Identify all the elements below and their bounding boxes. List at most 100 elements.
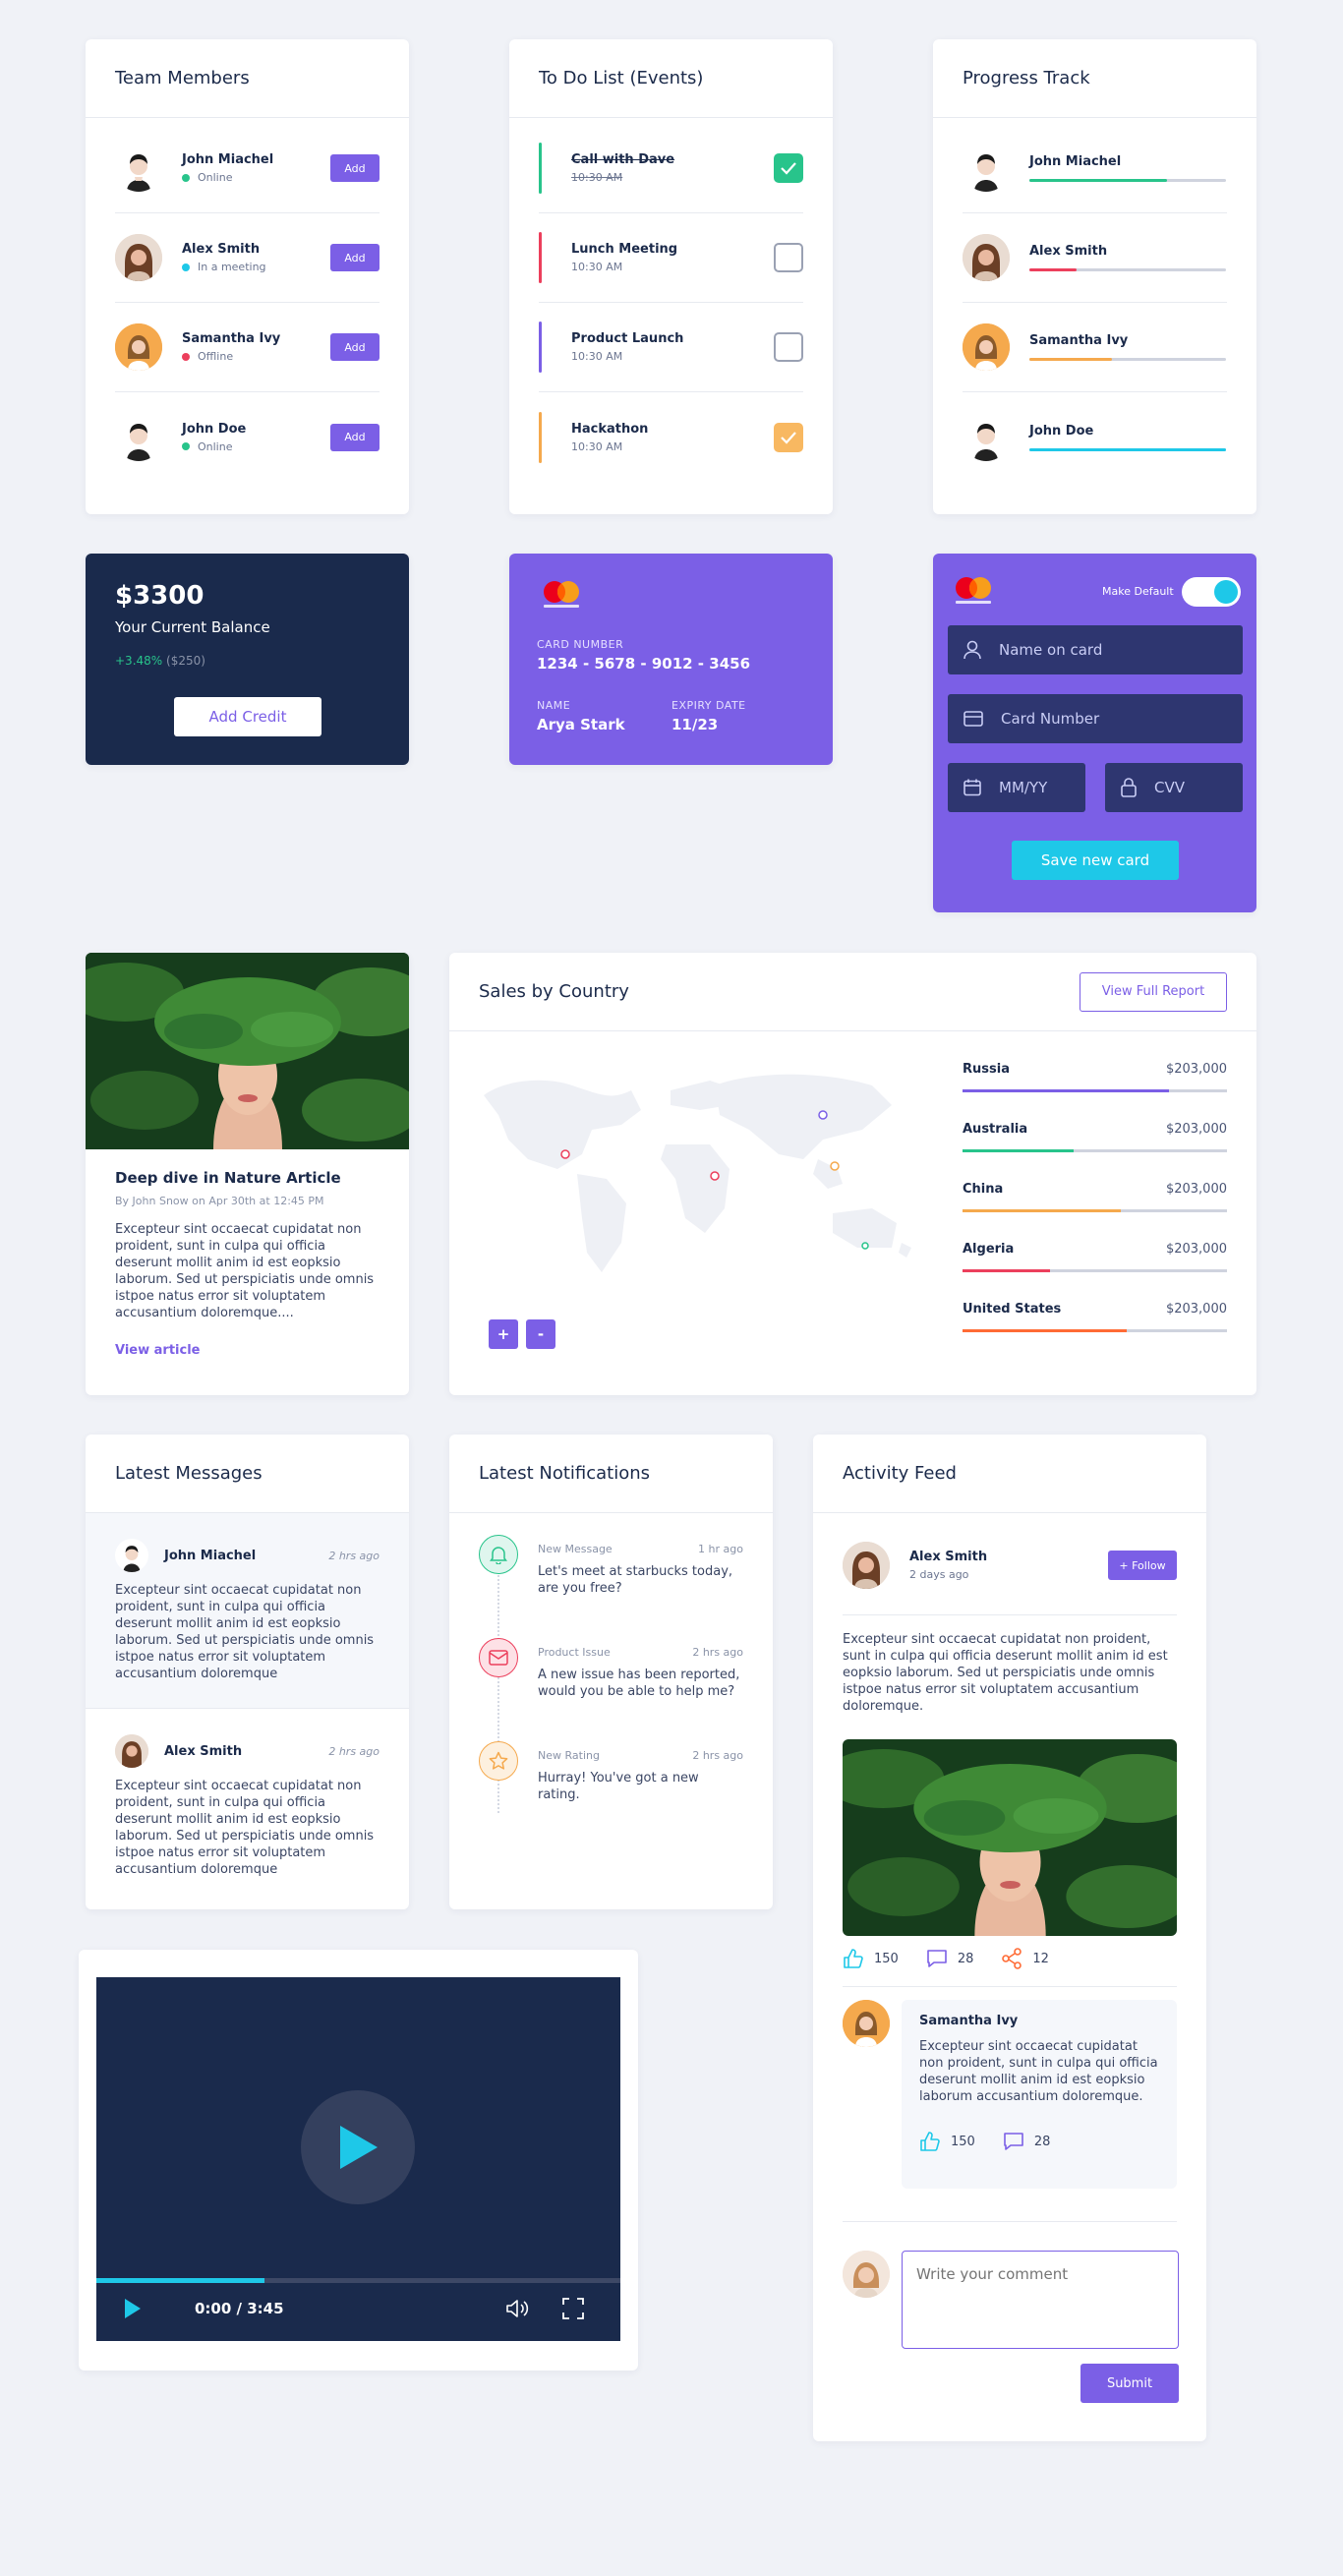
- comment-icon: [927, 1950, 947, 1967]
- sales-card: Sales by Country View Full Report + - Ru…: [449, 953, 1256, 1395]
- cvv-field[interactable]: CVV: [1105, 763, 1243, 812]
- comment-input[interactable]: [902, 2251, 1179, 2349]
- avatar: [963, 145, 1010, 192]
- map-marker[interactable]: [560, 1149, 570, 1159]
- country-row: Australia $203,000: [963, 1122, 1227, 1152]
- reply-like-button[interactable]: 150: [919, 2131, 975, 2152]
- message-item[interactable]: Alex Smith 2 hrs ago Excepteur sint occa…: [86, 1709, 409, 1903]
- country-bar: [963, 1329, 1227, 1332]
- add-credit-button[interactable]: Add Credit: [174, 697, 321, 736]
- member-name: Samantha Ivy: [182, 331, 281, 346]
- name-on-card-field[interactable]: Name on card: [948, 625, 1243, 674]
- todo-title: Hackathon: [571, 421, 649, 437]
- progress-fill: [1029, 447, 1226, 451]
- team-members-card: Team Members John Miachel Online Add Ale…: [86, 39, 409, 514]
- card-expiry: 11/23: [672, 716, 719, 733]
- view-full-report-button[interactable]: View Full Report: [1080, 971, 1227, 1012]
- post-image: [843, 1739, 1177, 1936]
- balance-change-amount: ($250): [166, 654, 205, 668]
- avatar: [115, 413, 162, 461]
- zoom-in-button[interactable]: +: [489, 1319, 518, 1349]
- progress-name: John Miachel: [1029, 154, 1122, 169]
- share-icon: [1002, 1948, 1022, 1969]
- fullscreen-button[interactable]: [562, 2298, 584, 2323]
- progress-row: John Miachel: [963, 124, 1227, 213]
- zoom-out-button[interactable]: -: [526, 1319, 555, 1349]
- avatar: [115, 145, 162, 192]
- country-amount: $203,000: [1165, 1062, 1227, 1077]
- play-overlay-button[interactable]: [301, 2090, 415, 2204]
- todo-checkbox[interactable]: [774, 422, 803, 452]
- world-map[interactable]: [479, 1066, 916, 1277]
- country-name: United States: [963, 1302, 1062, 1317]
- add-member-button[interactable]: Add: [330, 244, 380, 271]
- status-dot: [182, 352, 190, 361]
- map-marker[interactable]: [861, 1242, 869, 1250]
- add-member-button[interactable]: Add: [330, 154, 380, 182]
- follow-button[interactable]: + Follow: [1108, 1551, 1177, 1580]
- save-new-card-button[interactable]: Save new card: [1012, 841, 1179, 880]
- share-count: 12: [1032, 1951, 1049, 1966]
- post-header: Alex Smith 2 days ago + Follow: [843, 1542, 1177, 1589]
- like-button[interactable]: 150: [843, 1948, 899, 1969]
- country-bar: [963, 1209, 1227, 1212]
- map-marker[interactable]: [830, 1161, 840, 1171]
- card-number-field[interactable]: Card Number: [948, 694, 1243, 743]
- card-form: Make Default Name on card Card Number MM…: [933, 554, 1256, 912]
- make-default-toggle[interactable]: [1182, 577, 1241, 607]
- message-item[interactable]: John Miachel 2 hrs ago Excepteur sint oc…: [86, 1513, 409, 1709]
- status-dot: [182, 263, 190, 271]
- country-bar: [963, 1149, 1227, 1152]
- notification-item[interactable]: Product Issue 2 hrs ago A new issue has b…: [449, 1638, 773, 1700]
- progress-bar: [1029, 179, 1226, 182]
- add-member-button[interactable]: Add: [330, 423, 380, 451]
- card-title: Activity Feed: [813, 1434, 1206, 1513]
- todo-checkbox[interactable]: [774, 332, 803, 362]
- country-name: Algeria: [963, 1242, 1015, 1257]
- post-time: 2 days ago: [909, 1568, 969, 1581]
- notification-item[interactable]: New Message 1 hr ago Let's meet at starbu…: [449, 1535, 773, 1597]
- card-number-placeholder: Card Number: [1001, 710, 1100, 728]
- todo-checkbox[interactable]: [774, 153, 803, 183]
- post-text: Excepteur sint occaecat cupidatat non pr…: [843, 1632, 1168, 1714]
- reply-thread: Samantha Ivy Excepteur sint occaecat cup…: [843, 2000, 1177, 2189]
- notifications-card: Latest Notifications New Message 1 hr ago…: [449, 1434, 773, 1909]
- expiry-field[interactable]: MM/YY: [948, 763, 1085, 812]
- map-marker[interactable]: [818, 1110, 828, 1120]
- country-amount: $203,000: [1165, 1122, 1227, 1137]
- comment-button[interactable]: 28: [926, 1948, 973, 1969]
- notification-text: Let's meet at starbucks today, are you f…: [538, 1564, 733, 1596]
- message-sender: John Miachel: [164, 1548, 257, 1563]
- video-player[interactable]: 0:00 / 3:45: [96, 1977, 620, 2341]
- share-button[interactable]: 12: [1001, 1948, 1049, 1969]
- fullscreen-icon: [562, 2298, 584, 2319]
- message-time: 2 hrs ago: [328, 1549, 380, 1562]
- country-bar: [963, 1089, 1227, 1092]
- expiry-placeholder: MM/YY: [999, 779, 1048, 796]
- article-title: Deep dive in Nature Article: [115, 1169, 341, 1187]
- thumbs-up-icon: [844, 1949, 863, 1968]
- add-member-button[interactable]: Add: [330, 333, 380, 361]
- team-member-row: John Miachel Online Add: [115, 124, 380, 213]
- notification-text: Hurray! You've got a new rating.: [538, 1771, 699, 1802]
- reply-author: Samantha Ivy: [919, 2014, 1019, 2028]
- map-marker[interactable]: [710, 1171, 720, 1181]
- play-button[interactable]: [124, 2298, 142, 2323]
- notification-item[interactable]: New Rating 2 hrs ago Hurray! You've got a…: [449, 1741, 773, 1803]
- card-title: Team Members: [86, 39, 409, 118]
- video-progress-bar[interactable]: [96, 2278, 620, 2283]
- avatar: [963, 413, 1010, 461]
- progress-fill: [1029, 268, 1077, 271]
- comment-icon: [1004, 2133, 1023, 2150]
- volume-button[interactable]: [505, 2298, 529, 2323]
- balance-card: $3300 Your Current Balance +3.48% ($250)…: [86, 554, 409, 765]
- reply-comment-button[interactable]: 28: [1003, 2131, 1050, 2152]
- video-card: 0:00 / 3:45: [79, 1950, 638, 2371]
- like-count: 150: [874, 1951, 899, 1966]
- submit-button[interactable]: Submit: [1080, 2364, 1179, 2403]
- todo-checkbox[interactable]: [774, 243, 803, 272]
- card-number-label: CARD NUMBER: [537, 638, 624, 651]
- view-article-link[interactable]: View article: [115, 1343, 380, 1358]
- country-amount: $203,000: [1165, 1302, 1227, 1317]
- country-bar: [963, 1269, 1227, 1272]
